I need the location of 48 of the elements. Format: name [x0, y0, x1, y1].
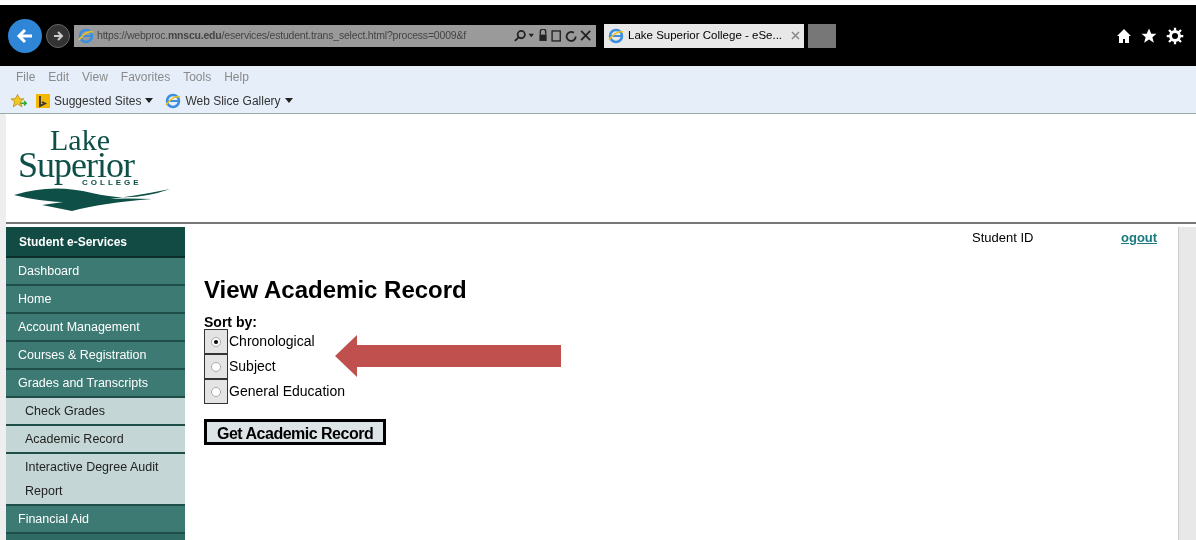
radio-option[interactable]: Subject: [204, 354, 276, 379]
sidebar-item[interactable]: Grades and Transcripts: [6, 370, 185, 398]
radio-button[interactable]: [204, 329, 228, 354]
scrollbar[interactable]: [1178, 227, 1196, 540]
sidebar-item[interactable]: Check Grades: [6, 398, 185, 426]
get-record-button[interactable]: Get Academic Record: [204, 419, 387, 445]
back-button[interactable]: [8, 18, 42, 53]
home-icon[interactable]: [1116, 27, 1132, 44]
menu-item[interactable]: File: [16, 68, 36, 86]
forward-button[interactable]: [46, 23, 70, 48]
settings-icon[interactable]: [1166, 26, 1184, 45]
dropdown-caret-icon: [284, 98, 293, 103]
sidebar-header: Student e-Services: [6, 227, 185, 258]
page-title: View Academic Record: [204, 278, 468, 302]
browser-e-icon: [78, 27, 94, 44]
favorites-star-icon[interactable]: [10, 92, 28, 109]
browser-e-icon: [165, 92, 182, 109]
browser-tab[interactable]: Lake Superior College - eSe...: [604, 23, 804, 48]
sidebar-item[interactable]: Courses & Registration: [6, 342, 185, 370]
radio-option[interactable]: Chronological: [204, 329, 315, 354]
sort-label: Sort by:: [204, 315, 258, 329]
sidebar-item[interactable]: Interactive Degree Audit Report: [6, 454, 185, 506]
address-bar[interactable]: https://webproc.mnscu.edu/eservices/estudent.trans_select.html?process=0009&f: [74, 24, 596, 47]
tab-title: Lake Superior College - eSe...: [628, 27, 784, 43]
sidebar-item[interactable]: Academic Record: [6, 426, 185, 454]
sidebar-item[interactable]: Home: [6, 286, 185, 314]
radio-option[interactable]: General Education: [204, 379, 345, 404]
close-icon[interactable]: [791, 31, 800, 40]
student-id-label: Student ID: [972, 229, 1035, 248]
browser-e-icon: [608, 27, 624, 44]
new-tab-button[interactable]: [808, 23, 836, 48]
address-url: https://webproc.mnscu.edu/eservices/estudent.trans_select.html?process=0009&f: [97, 27, 466, 43]
menu-item[interactable]: Edit: [48, 68, 70, 86]
menu-item[interactable]: Tools: [183, 68, 212, 86]
radio-button[interactable]: [204, 354, 228, 379]
favorites-link[interactable]: Suggested Sites: [36, 91, 154, 110]
sidebar-item[interactable]: Financial Aid: [6, 506, 185, 534]
forward-arrow-icon: [52, 29, 64, 42]
logout-link[interactable]: ogout: [1121, 228, 1158, 248]
sidebar-item[interactable]: Account Management: [6, 314, 185, 342]
radio-button[interactable]: [204, 379, 228, 404]
menu-item[interactable]: Help: [224, 68, 249, 86]
sidebar-item[interactable]: Dashboard: [6, 258, 185, 286]
menu-item[interactable]: View: [82, 68, 108, 86]
favorites-link[interactable]: Web Slice Gallery: [165, 91, 293, 110]
menu-item[interactable]: Favorites: [120, 68, 171, 86]
b-letter-icon: [36, 93, 50, 108]
dropdown-caret-icon: [145, 98, 154, 103]
